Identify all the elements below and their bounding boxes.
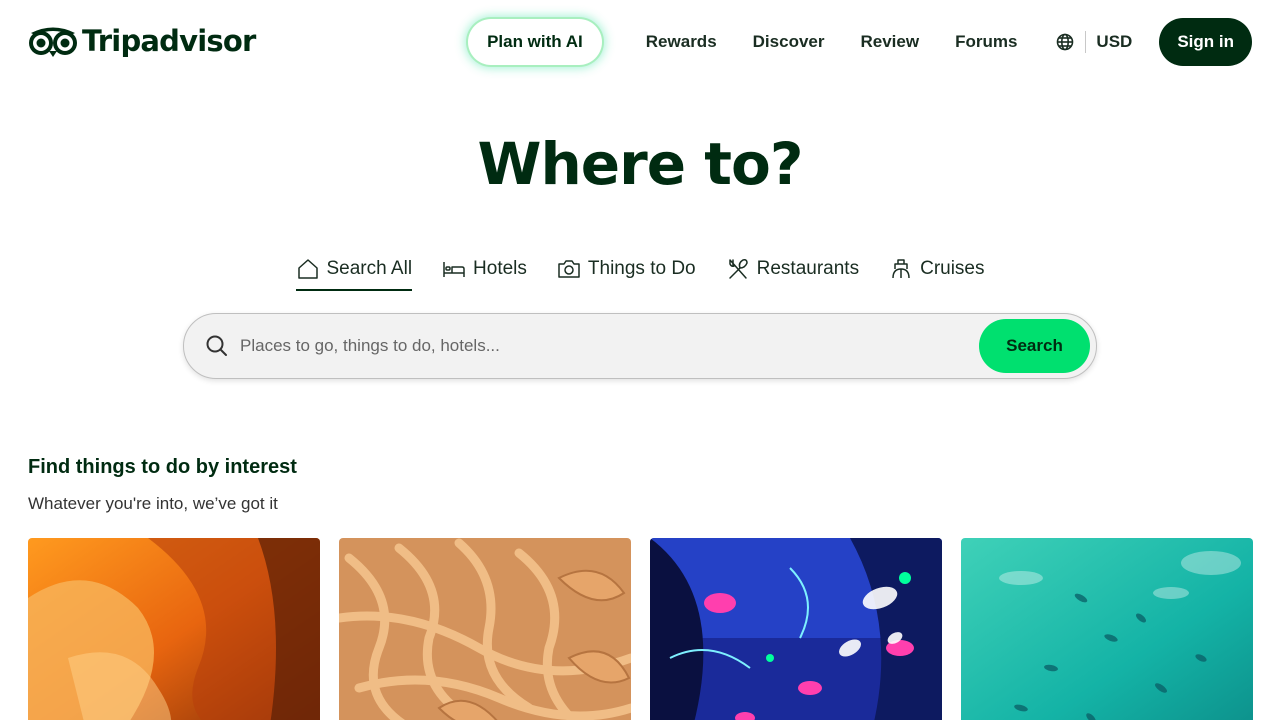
owl-logo-icon — [29, 27, 77, 57]
search-button[interactable]: Search — [979, 319, 1090, 373]
tab-hotels[interactable]: Hotels — [442, 246, 527, 291]
camera-icon — [558, 259, 580, 278]
tab-restaurants[interactable]: Restaurants — [726, 246, 859, 291]
site-header: Tripadvisor Plan with AI Rewards Discove… — [0, 0, 1280, 84]
ship-icon — [892, 258, 910, 278]
page-title: Where to? — [477, 130, 804, 198]
neon-art-photo — [650, 538, 942, 720]
tab-search-all[interactable]: Search All — [295, 246, 413, 291]
section-title: Find things to do by interest — [28, 456, 297, 478]
nav-divider — [1085, 31, 1087, 53]
nav-forums[interactable]: Forums — [955, 32, 1017, 52]
tab-label: Cruises — [920, 257, 985, 279]
search-input[interactable] — [240, 314, 979, 378]
search-icon — [206, 335, 227, 356]
section-subtitle: Whatever you're into, we’ve got it — [28, 494, 278, 513]
tab-label: Restaurants — [756, 257, 860, 279]
interest-card-neon-art[interactable] — [650, 538, 942, 720]
pasta-photo — [339, 538, 631, 720]
interest-cards — [28, 538, 1253, 720]
currency-selector[interactable]: USD — [1096, 32, 1132, 52]
globe-icon[interactable] — [1055, 32, 1075, 52]
search-bar: Search — [183, 313, 1097, 379]
logo-wordmark: Tripadvisor — [82, 23, 256, 58]
bed-icon — [443, 261, 465, 277]
home-icon — [297, 258, 318, 279]
tab-label: Search All — [326, 257, 413, 279]
utensils-icon — [728, 258, 748, 279]
canyon-photo — [28, 538, 320, 720]
interest-card-pasta[interactable] — [339, 538, 631, 720]
turquoise-water-photo — [961, 538, 1253, 720]
plan-with-ai-button[interactable]: Plan with AI — [468, 19, 602, 65]
nav-review[interactable]: Review — [860, 32, 919, 52]
sign-in-button[interactable]: Sign in — [1159, 18, 1252, 66]
tab-label: Things to Do — [587, 257, 696, 279]
tab-things-to-do[interactable]: Things to Do — [557, 246, 696, 291]
interest-card-water[interactable] — [961, 538, 1253, 720]
main-nav: Plan with AI Rewards Discover Review For… — [468, 18, 1252, 66]
search-tabs: Search All Hotels Things to Do Restauran… — [0, 246, 1280, 291]
interest-card-canyon[interactable] — [28, 538, 320, 720]
tab-label: Hotels — [473, 257, 527, 279]
tab-cruises[interactable]: Cruises — [889, 246, 985, 291]
nav-rewards[interactable]: Rewards — [646, 32, 717, 52]
nav-discover[interactable]: Discover — [753, 32, 825, 52]
tripadvisor-logo[interactable]: Tripadvisor — [27, 23, 256, 58]
